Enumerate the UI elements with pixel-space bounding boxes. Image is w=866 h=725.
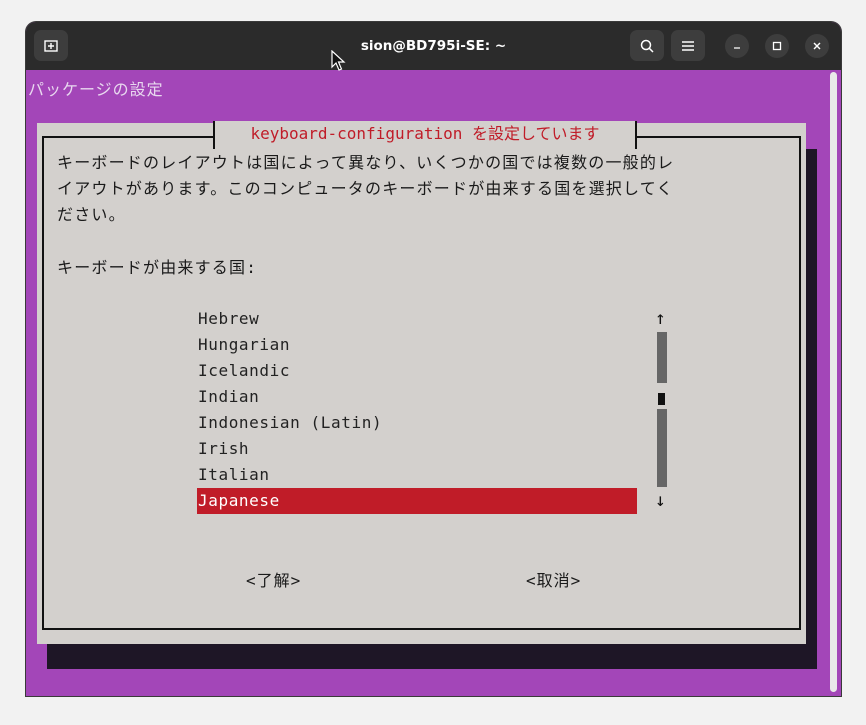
package-config-title: パッケージの設定 — [28, 80, 164, 99]
close-icon — [813, 42, 821, 50]
scroll-up-arrow[interactable]: ↑ — [655, 308, 666, 329]
list-item-hebrew[interactable]: Hebrew — [197, 306, 637, 332]
menu-button[interactable] — [671, 30, 705, 61]
list-item-indonesian-latin[interactable]: Indonesian (Latin) — [197, 410, 637, 436]
search-button[interactable] — [630, 30, 664, 61]
mouse-pointer-icon — [331, 50, 346, 71]
list-item-japanese[interactable]: Japanese — [197, 488, 637, 514]
dialog-shadow-right — [806, 149, 817, 669]
list-item-icelandic[interactable]: Icelandic — [197, 358, 637, 384]
terminal-area[interactable]: パッケージの設定 keyboard-configuration を設定しています… — [26, 70, 828, 696]
scroll-down-arrow[interactable]: ↓ — [655, 490, 666, 511]
dialog-title: keyboard-configuration を設定しています — [213, 121, 637, 149]
terminal-window: sion@BD795i-SE: ~ パッケージの設定 keyboard-conf… — [26, 22, 841, 696]
minimize-button[interactable] — [725, 34, 749, 58]
dialog-description: キーボードのレイアウトは国によって異なり、いくつかの国では複数の一般的レ イアウ… — [57, 150, 787, 228]
country-prompt: キーボードが由来する国: — [57, 258, 258, 277]
maximize-icon — [772, 41, 782, 51]
maximize-button[interactable] — [765, 34, 789, 58]
country-list[interactable]: Hebrew Hungarian Icelandic Indian Indone… — [197, 306, 637, 514]
description-line: イアウトがあります。このコンピュータのキーボードが由来する国を選択してく — [57, 179, 674, 198]
list-scrollbar-thumb[interactable] — [658, 393, 665, 405]
hamburger-menu-icon — [682, 40, 694, 51]
title-bar: sion@BD795i-SE: ~ — [26, 22, 841, 70]
list-item-italian[interactable]: Italian — [197, 462, 637, 488]
dialog-shadow-bottom — [47, 644, 817, 669]
description-line: キーボードのレイアウトは国によって異なり、いくつかの国では複数の一般的レ — [57, 153, 675, 172]
search-icon — [640, 39, 654, 53]
list-item-indian[interactable]: Indian — [197, 384, 637, 410]
minimize-icon — [734, 47, 740, 49]
description-line: ださい。 — [57, 205, 126, 224]
list-scrollbar-track[interactable] — [657, 409, 667, 487]
list-item-hungarian[interactable]: Hungarian — [197, 332, 637, 358]
list-scrollbar-track[interactable] — [657, 332, 667, 383]
window-title: sion@BD795i-SE: ~ — [360, 38, 507, 54]
cancel-button[interactable]: <取消> — [526, 567, 581, 591]
list-item-irish[interactable]: Irish — [197, 436, 637, 462]
config-dialog: keyboard-configuration を設定しています キーボードのレイ… — [37, 121, 806, 644]
terminal-scrollbar[interactable] — [830, 72, 837, 692]
ok-button[interactable]: <了解> — [246, 567, 301, 591]
close-button[interactable] — [805, 34, 829, 58]
